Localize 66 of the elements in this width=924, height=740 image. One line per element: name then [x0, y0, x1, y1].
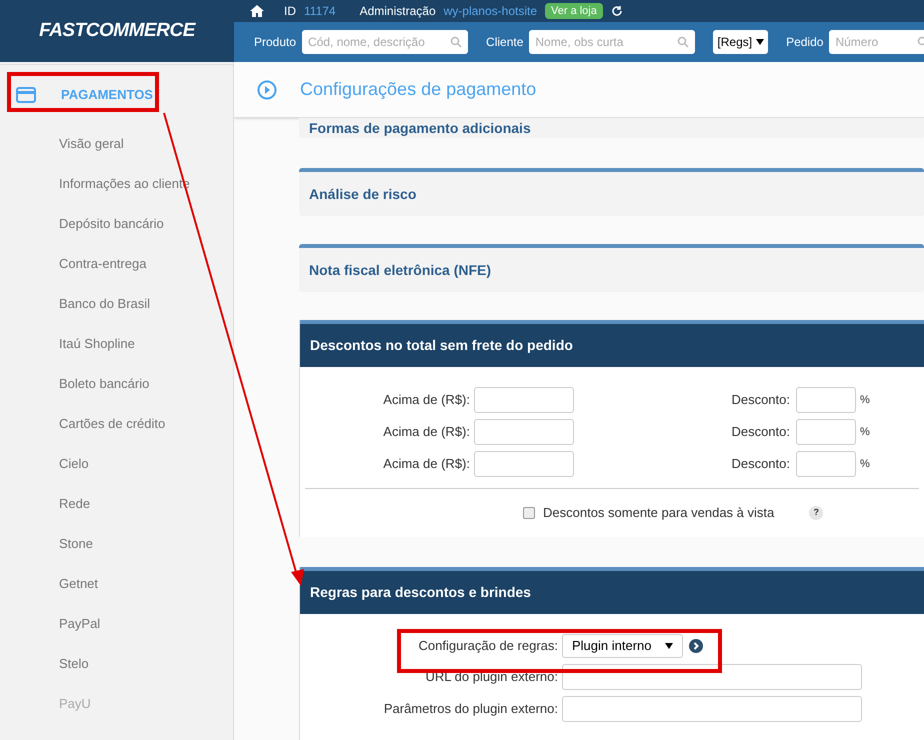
caret-icon: [756, 39, 764, 45]
field-label: Desconto:: [730, 391, 791, 410]
help-icon[interactable]: ?: [809, 506, 824, 520]
sidebar-item[interactable]: Stelo: [0, 644, 233, 684]
id-value: 11174: [304, 3, 336, 20]
collapsed-panel[interactable]: Análise de risco: [299, 168, 924, 216]
search-icon: [450, 36, 462, 48]
sidebar-item[interactable]: Visão geral: [0, 124, 233, 164]
sidebar-item[interactable]: Itaú Shopline: [0, 324, 233, 364]
amount-field[interactable]: [474, 451, 574, 477]
percent-unit: %: [860, 392, 870, 408]
sidebar-item[interactable]: Depósito bancário: [0, 204, 233, 244]
field-label: Cliente: [486, 34, 524, 51]
sidebar-item[interactable]: Boleto bancário: [0, 364, 233, 404]
percent-unit: %: [860, 424, 870, 440]
field-label: Acima de (R$):: [382, 423, 471, 442]
collapsed-panel[interactable]: Nota fiscal eletrônica (NFE): [299, 244, 924, 292]
view-store-button[interactable]: Ver a loja: [545, 3, 603, 19]
filter-dropdown[interactable]: [Regs]: [713, 30, 768, 54]
sidebar-item[interactable]: Cartões de crédito: [0, 404, 233, 444]
search-icon: [677, 36, 690, 48]
params-field[interactable]: [562, 696, 862, 722]
caret-icon: [665, 643, 673, 649]
credit-card-icon: [16, 86, 36, 102]
field-label: Acima de (R$):: [382, 391, 471, 410]
play-circle-icon[interactable]: [257, 80, 277, 100]
field-label: Produto: [254, 34, 296, 51]
field-label: Desconto:: [730, 423, 791, 442]
sidebar-item[interactable]: PayPal: [0, 604, 233, 644]
home-icon[interactable]: [250, 5, 264, 17]
percent-field[interactable]: [796, 419, 856, 445]
sidebar-item[interactable]: Getnet: [0, 564, 233, 604]
percent-field[interactable]: [796, 387, 856, 413]
amount-field[interactable]: [474, 419, 574, 445]
sidebar-section[interactable]: PAGAMENTOS: [0, 64, 233, 124]
field-label: Acima de (R$):: [382, 455, 471, 474]
search-field[interactable]: Número: [829, 30, 924, 54]
checkbox-label: Descontos somente para vendas à vista: [543, 504, 774, 522]
sidebar-item[interactable]: Rede: [0, 484, 233, 524]
url-field[interactable]: [562, 664, 862, 690]
field-label: Desconto:: [730, 455, 791, 474]
admin-label: Administração: [360, 3, 436, 20]
logo: FASTCOMMERCE: [39, 18, 195, 43]
section-label: PAGAMENTOS: [61, 86, 153, 104]
panel-header: Regras para descontos e brindes: [300, 567, 924, 614]
checkbox[interactable]: [523, 507, 535, 519]
sidebar-item[interactable]: Stone: [0, 524, 233, 564]
search-field[interactable]: Nome, obs curta: [529, 30, 696, 54]
percent-field[interactable]: [796, 451, 856, 477]
percent-unit: %: [860, 456, 870, 472]
page-title: Configurações de pagamento: [300, 78, 536, 101]
collapsed-panel[interactable]: Formas de pagamento adicionais: [299, 118, 924, 138]
panel-header: Descontos no total sem frete do pedido: [300, 320, 924, 367]
sidebar-item[interactable]: Banco do Brasil: [0, 284, 233, 324]
id-label: ID: [284, 3, 296, 20]
field-label: Pedido: [786, 34, 824, 51]
field-label: Parâmetros do plugin externo:: [384, 700, 559, 718]
chevron-circle-icon[interactable]: [689, 639, 703, 653]
sidebar-item[interactable]: Cielo: [0, 444, 233, 484]
rules-dropdown[interactable]: Plugin interno: [562, 634, 683, 658]
sidebar-item[interactable]: Contra-entrega: [0, 244, 233, 284]
search-field[interactable]: Cód, nome, descrição: [302, 30, 468, 54]
field-label: Configuração de regras:: [418, 637, 559, 656]
amount-field[interactable]: [474, 387, 574, 413]
store-link[interactable]: wy-planos-hotsite: [444, 2, 537, 20]
refresh-icon[interactable]: [610, 5, 623, 17]
